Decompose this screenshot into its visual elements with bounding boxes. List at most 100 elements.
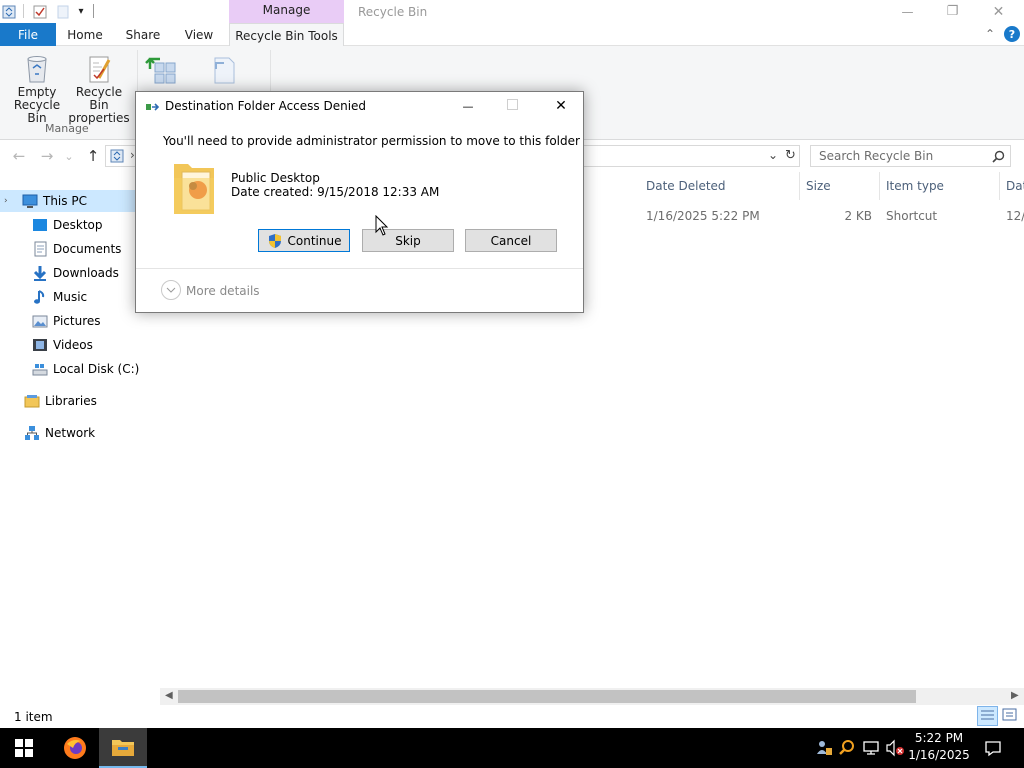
nav-item-label: Videos	[53, 338, 93, 352]
nav-item-label: Desktop	[53, 218, 103, 232]
dialog-close-icon: ✕	[555, 98, 567, 114]
scroll-left-icon[interactable]: ◀	[165, 690, 173, 701]
tab-share[interactable]: Share	[120, 23, 166, 46]
search-input[interactable]: Search Recycle Bin	[819, 149, 933, 163]
restore-all-icon	[145, 57, 176, 84]
status-bar: 1 item	[0, 705, 1024, 728]
nav-item-label: Network	[45, 426, 96, 440]
dialog-close-button[interactable]: ✕	[546, 94, 576, 118]
tab-view[interactable]: View	[177, 23, 221, 46]
videos-icon	[32, 337, 48, 353]
cancel-button[interactable]: Cancel	[465, 229, 557, 252]
close-icon: ✕	[992, 3, 1005, 20]
network-icon	[24, 425, 40, 441]
nav-item-label: Pictures	[53, 314, 101, 328]
help-icon: ?	[1008, 27, 1016, 41]
large-icons-view-button[interactable]	[1000, 706, 1021, 726]
tab-file[interactable]: File	[0, 23, 56, 46]
pictures-icon	[32, 313, 48, 329]
nav-item-libraries[interactable]: Libraries	[0, 390, 160, 412]
more-details-label[interactable]: More details	[186, 284, 260, 298]
nav-item-local-disk[interactable]: Local Disk (C:)	[0, 358, 160, 380]
desktop-icon	[32, 217, 48, 233]
qat-divider	[23, 4, 24, 18]
pc-icon	[22, 193, 38, 209]
cell-date-deleted: 1/16/2025 5:22 PM	[646, 209, 760, 223]
forward-arrow-icon: →	[40, 147, 54, 165]
nav-item-label: Libraries	[45, 394, 97, 408]
network-tray-icon[interactable]	[862, 739, 880, 757]
scrollbar-thumb[interactable]	[178, 690, 916, 703]
action-center-button[interactable]	[978, 728, 1008, 768]
up-button[interactable]: ↑	[83, 146, 103, 166]
uac-shield-icon	[267, 233, 283, 249]
minimize-button[interactable]: —	[885, 0, 930, 23]
large-icons-view-icon	[1002, 708, 1017, 721]
column-header-date-deleted[interactable]: Date Deleted	[640, 172, 800, 200]
libraries-icon	[24, 393, 40, 409]
restore-selected-items-button[interactable]	[208, 55, 238, 85]
clock[interactable]: 5:22 PM 1/16/2025	[908, 730, 970, 766]
people-tray-icon[interactable]	[815, 739, 833, 757]
recent-locations-button[interactable]: ⌄	[62, 146, 76, 166]
move-operation-icon	[145, 100, 161, 114]
firefox-taskbar-button[interactable]	[51, 728, 99, 768]
column-header-date-modified[interactable]: Dat	[1000, 172, 1024, 200]
dialog-maximize-disabled	[507, 99, 518, 110]
restore-all-items-button[interactable]	[145, 55, 179, 85]
back-button[interactable]: ←	[9, 146, 29, 166]
start-button[interactable]	[0, 728, 48, 768]
more-details-toggle[interactable]	[161, 280, 181, 300]
qat-end-divider	[93, 4, 94, 18]
item-count: 1 item	[14, 710, 53, 724]
address-dropdown-icon[interactable]: ⌄	[768, 148, 778, 162]
close-button[interactable]: ✕	[976, 0, 1021, 23]
column-header-size[interactable]: Size	[800, 172, 880, 200]
details-view-icon	[981, 710, 994, 720]
nav-item-label: This PC	[43, 194, 87, 208]
properties-qat-icon[interactable]	[32, 3, 48, 20]
cancel-label: Cancel	[490, 233, 532, 248]
search-icon[interactable]	[992, 150, 1006, 164]
search-box[interactable]: Search Recycle Bin	[810, 145, 1011, 167]
screen: ▾ Manage Recycle Bin — ❐ ✕ File Home Sha…	[0, 0, 1024, 768]
empty-recycle-bin-button[interactable]: Empty Recycle Bin	[5, 54, 69, 125]
forward-button[interactable]: →	[37, 146, 57, 166]
help-button[interactable]: ?	[1004, 26, 1020, 42]
volume-muted-tray-icon[interactable]	[885, 739, 905, 757]
restore-icon: ❐	[946, 4, 959, 19]
details-view-button[interactable]	[977, 706, 998, 726]
column-header-item-type[interactable]: Item type	[880, 172, 1000, 200]
clock-date: 1/16/2025	[908, 748, 970, 762]
taskbar: 5:22 PM 1/16/2025	[0, 728, 1024, 768]
customize-qat-icon[interactable]: ▾	[75, 3, 87, 20]
properties-icon	[67, 54, 131, 86]
new-folder-qat-icon[interactable]	[55, 3, 71, 20]
title-bar	[0, 0, 1024, 23]
dialog-minimize-button[interactable]: —	[454, 94, 482, 118]
recycle-bin-properties-button[interactable]: Recycle Bin properties	[67, 54, 131, 125]
search-tray-icon[interactable]	[838, 739, 856, 757]
continue-button[interactable]: Continue	[258, 229, 350, 252]
nav-item-network[interactable]: Network	[0, 422, 160, 444]
downloads-icon	[32, 265, 48, 281]
chevron-up-icon: ⌃	[984, 27, 996, 41]
nav-item-pictures[interactable]: Pictures	[0, 310, 160, 332]
tab-recycle-bin-tools[interactable]: Recycle Bin Tools	[229, 23, 344, 47]
expand-arrow-icon[interactable]: ›	[4, 196, 14, 206]
restore-selected-icon	[214, 57, 235, 84]
horizontal-scrollbar[interactable]: ◀ ▶	[160, 688, 1024, 705]
skip-label: Skip	[395, 233, 421, 248]
file-explorer-taskbar-button[interactable]	[99, 728, 147, 768]
refresh-icon[interactable]: ↻	[785, 148, 796, 163]
cell-item-type: Shortcut	[886, 209, 938, 223]
folder-date-created: Date created: 9/15/2018 12:33 AM	[231, 185, 440, 199]
nav-item-label: Documents	[53, 242, 122, 256]
public-desktop-folder-icon	[172, 158, 216, 216]
tab-home[interactable]: Home	[61, 23, 109, 46]
restore-button[interactable]: ❐	[930, 0, 975, 23]
up-arrow-icon: ↑	[86, 147, 100, 165]
nav-item-videos[interactable]: Videos	[0, 334, 160, 356]
scroll-right-icon[interactable]: ▶	[1011, 690, 1019, 701]
collapse-ribbon-button[interactable]: ⌃	[982, 27, 998, 43]
